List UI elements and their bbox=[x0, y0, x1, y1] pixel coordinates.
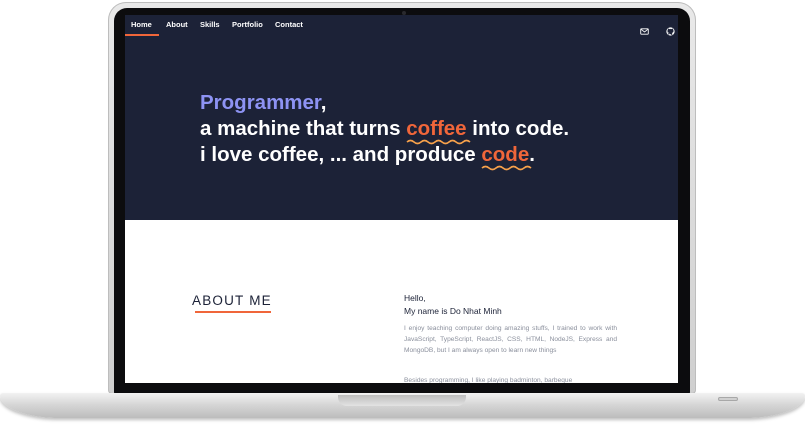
nav-about[interactable]: About bbox=[166, 20, 188, 29]
nav-contact[interactable]: Contact bbox=[275, 20, 303, 29]
hero-line-1: Programmer, bbox=[200, 90, 569, 116]
hero-word-code: code bbox=[481, 143, 532, 171]
hello-text: Hello, bbox=[404, 293, 426, 303]
hero-line-2: a machine that turns coffee into code. bbox=[200, 116, 570, 145]
name-line: My name is Do Nhat Minh bbox=[404, 306, 502, 316]
about-paragraph-1: I enjoy teaching computer doing amazing … bbox=[404, 325, 617, 354]
nav-home[interactable]: Home bbox=[131, 20, 152, 29]
hero-line-2-start: a machine that turns bbox=[200, 117, 407, 140]
hero-line-3: i love coffee, ... and produce code. bbox=[200, 142, 569, 171]
hero-comma: , bbox=[320, 91, 327, 114]
hero-word-code-text: code bbox=[481, 143, 530, 166]
hero-section: Programmer, a machine that turns coffee … bbox=[125, 15, 678, 220]
laptop-indicator bbox=[718, 397, 738, 401]
hero-word-programmer: Programmer bbox=[200, 91, 321, 114]
nav-portfolio[interactable]: Portfolio bbox=[232, 20, 263, 29]
github-icon[interactable] bbox=[666, 21, 675, 36]
nav-skills[interactable]: Skills bbox=[200, 20, 220, 29]
about-me-title: ABOUT ME bbox=[192, 293, 272, 308]
website-screen: Programmer, a machine that turns coffee … bbox=[125, 15, 678, 383]
about-title-underline bbox=[195, 311, 271, 313]
hero-heading: Programmer, a machine that turns coffee … bbox=[200, 90, 570, 171]
hero-period: . bbox=[529, 143, 535, 166]
laptop-hinge-notch bbox=[338, 395, 466, 406]
about-paragraph-2: Besides programming, I like playing badm… bbox=[404, 377, 573, 383]
mail-icon[interactable] bbox=[640, 21, 649, 35]
hero-line-3-start: i love coffee, ... and produce bbox=[200, 143, 482, 166]
hero-line-2-end: into code. bbox=[466, 117, 570, 140]
hero-word-coffee: coffee bbox=[406, 117, 471, 145]
about-greeting: Hello, My name is Do Nhat Minh bbox=[404, 292, 502, 318]
nav-active-underline bbox=[125, 34, 159, 36]
coffee-wavy-underline bbox=[406, 139, 471, 145]
top-navigation: Home About Skills Portfolio Contact bbox=[125, 15, 678, 37]
code-wavy-underline bbox=[481, 165, 532, 171]
hero-word-coffee-text: coffee bbox=[406, 117, 467, 140]
